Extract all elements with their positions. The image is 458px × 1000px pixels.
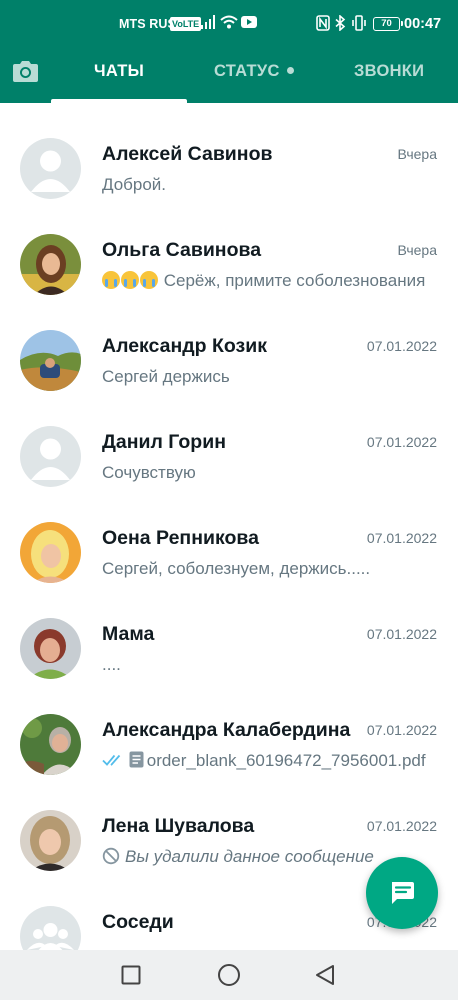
contact-photo (20, 234, 81, 295)
blocked-icon (102, 847, 120, 865)
chat-name: Соседи (102, 911, 174, 933)
tab-calls[interactable]: ЗВОНКИ (354, 62, 424, 81)
chat-time: 07.01.2022 (366, 434, 437, 450)
status-unread-dot (286, 67, 294, 74)
chat-name: Лена Шувалова (102, 815, 255, 837)
contact-photo (20, 522, 81, 583)
contact-photo (20, 714, 81, 775)
battery-indicator: 70 (373, 17, 403, 31)
chat-row[interactable]: Александра Калабердина 07.01.2022 order_… (0, 679, 458, 775)
avatar (20, 522, 81, 583)
chat-preview-text: order_blank_60196472_7956001.pdf (146, 751, 426, 770)
chat-name: Алексей Савинов (102, 143, 273, 165)
chat-preview-text: .... (102, 655, 121, 674)
chat-name: Оена Репникова (102, 527, 259, 549)
chat-row[interactable]: Александр Козик 07.01.2022 Сергей держис… (0, 295, 458, 391)
signal-icon (201, 15, 215, 29)
chat-preview: Сергей, соболезнуем, держись..... (102, 559, 432, 579)
avatar (20, 330, 81, 391)
group-avatar-icon (20, 906, 81, 950)
chat-time: 07.01.2022 (366, 338, 437, 354)
chat-preview-text: Серёж, примите соболезнования (163, 271, 426, 290)
chat-time: 07.01.2022 (366, 626, 437, 642)
chat-name: Данил Горин (102, 431, 226, 453)
chat-name: Александра Калабердина (102, 719, 351, 741)
chat-preview-text: Сочувствую (102, 463, 196, 482)
system-nav-bar (0, 950, 458, 1000)
default-avatar-icon (20, 138, 81, 199)
square-icon[interactable] (121, 965, 141, 985)
chat-row[interactable]: Ольга Савинова Вчера Серёж, примите собо… (0, 199, 458, 295)
chat-row[interactable]: Лена Шувалова 07.01.2022 Вы удалили данн… (0, 775, 458, 871)
camera-icon[interactable] (12, 59, 39, 83)
crying-emoji-icon (102, 271, 120, 289)
chat-row[interactable]: Мама 07.01.2022 .... (0, 583, 458, 679)
chat-name: Александр Козик (102, 335, 267, 357)
youtube-icon (241, 16, 257, 28)
crying-emoji-icon (140, 271, 158, 289)
bluetooth-icon (335, 15, 346, 31)
chat-list: Алексей Савинов Вчера Доброй. Ольга Сави… (0, 103, 458, 950)
volte-badge: VoLTE (170, 17, 202, 31)
new-chat-icon (392, 882, 414, 904)
default-avatar-icon (20, 426, 81, 487)
tab-status[interactable]: СТАТУС (214, 62, 294, 81)
chat-preview: Сочувствую (102, 463, 432, 483)
chat-preview: order_blank_60196472_7956001.pdf (102, 751, 432, 771)
new-chat-button[interactable] (366, 857, 438, 929)
avatar (20, 138, 81, 199)
contact-photo (20, 810, 81, 871)
app-header: MTS RUS VoLTE 70 00:47 ЧАТЫ СТАТУС ЗВОНК… (0, 0, 458, 103)
nfc-icon (316, 15, 330, 31)
circle-icon[interactable] (217, 963, 241, 987)
status-bar: MTS RUS VoLTE 70 00:47 (0, 0, 458, 48)
wifi-icon (220, 15, 238, 29)
chat-name: Ольга Савинова (102, 239, 262, 261)
chat-time: Вчера (397, 146, 437, 162)
avatar (20, 234, 81, 295)
chat-preview: .... (102, 655, 432, 675)
avatar (20, 714, 81, 775)
chat-preview-text: Доброй. (102, 175, 167, 194)
chat-preview: Серёж, примите соболезнования (102, 271, 432, 291)
chat-preview-text: Вы удалили данное сообщение (125, 847, 374, 866)
chat-preview: Сергей держись (102, 367, 432, 387)
avatar (20, 618, 81, 679)
chat-preview: Доброй. (102, 175, 432, 195)
tab-calls-label: ЗВОНКИ (354, 62, 425, 80)
chat-preview-text: Сергей держись (102, 367, 230, 386)
triangle-back-icon[interactable] (315, 964, 335, 986)
chat-time: Вчера (397, 242, 437, 258)
document-icon (129, 751, 144, 768)
avatar (20, 810, 81, 871)
clock: 00:47 (404, 16, 442, 32)
crying-emoji-icon (121, 271, 139, 289)
chat-row[interactable]: Алексей Савинов Вчера Доброй. (0, 103, 458, 199)
chat-preview-text: Сергей, соболезнуем, держись..... (102, 559, 371, 578)
tab-chats[interactable]: ЧАТЫ (94, 62, 144, 81)
chat-row[interactable]: Оена Репникова 07.01.2022 Сергей, соболе… (0, 487, 458, 583)
chat-time: 07.01.2022 (366, 530, 437, 546)
contact-photo (20, 330, 81, 391)
chat-time: 07.01.2022 (366, 818, 437, 834)
chat-row[interactable]: Данил Горин 07.01.2022 Сочувствую (0, 391, 458, 487)
contact-photo (20, 618, 81, 679)
chat-time: 07.01.2022 (366, 722, 437, 738)
avatar (20, 906, 81, 950)
tab-status-label: СТАТУС (214, 62, 280, 80)
double-check-icon (102, 754, 121, 766)
avatar (20, 426, 81, 487)
carrier-name: MTS RUS (119, 17, 176, 31)
tab-chats-label: ЧАТЫ (94, 62, 145, 80)
vibrate-icon (352, 15, 366, 31)
chat-name: Мама (102, 623, 155, 645)
